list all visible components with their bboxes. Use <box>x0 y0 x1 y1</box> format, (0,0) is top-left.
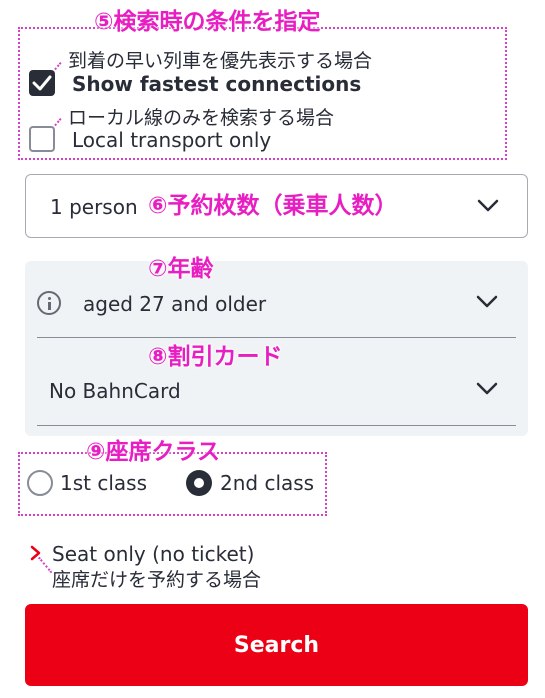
fastest-label[interactable]: Show fastest connections <box>72 74 361 94</box>
search-button[interactable]: Search <box>25 604 528 686</box>
passengers-value: 1 person <box>50 195 138 219</box>
seat-only-link[interactable]: Seat only (no ticket) <box>30 542 330 566</box>
second-class-radio[interactable] <box>186 470 212 496</box>
age-value: aged 27 and older <box>83 292 267 316</box>
chevron-down-icon <box>476 382 498 395</box>
note-seat-only: 座席だけを予約する場合 <box>52 569 262 591</box>
discount-card-value: No BahnCard <box>49 379 181 403</box>
seat-only-label: Seat only (no ticket) <box>52 542 255 566</box>
panel-divider-bottom <box>37 425 516 426</box>
note-local: ローカル線のみを検索する場合 <box>68 107 335 129</box>
note-fastest: 到着の早い列車を優先表示する場合 <box>68 50 373 72</box>
local-checkbox[interactable] <box>29 126 55 152</box>
annotation-discount-card: ⑧割引カード <box>148 344 283 370</box>
annotation-class: ⑨座席クラス <box>86 439 221 465</box>
panel-divider <box>37 337 516 338</box>
second-class-label[interactable]: 2nd class <box>220 473 314 493</box>
check-icon <box>32 75 52 91</box>
first-class-label[interactable]: 1st class <box>60 473 147 493</box>
annotation-passengers: ⑥予約枚数（乗車人数） <box>148 193 398 219</box>
annotation-search-conditions: ⑤検索時の条件を指定 <box>94 9 321 35</box>
first-class-radio[interactable] <box>27 470 53 496</box>
age-select[interactable]: aged 27 and older <box>25 261 528 341</box>
chevron-down-icon <box>477 199 499 212</box>
local-label[interactable]: Local transport only <box>72 130 271 150</box>
fastest-checkbox[interactable] <box>29 70 55 96</box>
annotation-age: ⑦年齢 <box>148 256 214 282</box>
chevron-down-icon <box>476 295 498 308</box>
info-icon[interactable] <box>37 291 61 315</box>
